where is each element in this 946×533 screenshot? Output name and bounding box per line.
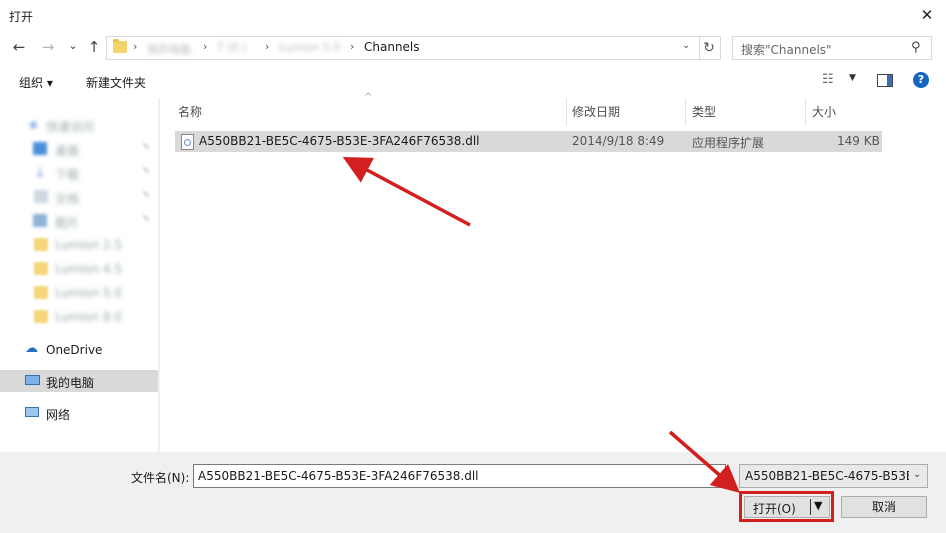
search-placeholder: 搜索"Channels" [741, 43, 832, 57]
file-name: A550BB21-BE5C-4675-B53E-3FA246F76538.dll [199, 134, 480, 148]
nav-item-folder[interactable]: Lumion 5.0 [0, 282, 158, 304]
nav-item-label: Lumion 2.5 [55, 238, 122, 252]
nav-item-quick-access[interactable]: ★ 快速访问 [0, 114, 158, 136]
pin-icon: ✎ [142, 214, 151, 225]
filetype-value: A550BB21-BE5C-4675-B53E-3FA246F76538.dll [745, 469, 909, 483]
chevron-down-icon[interactable]: ⌄ [913, 469, 921, 480]
download-icon: ↓ [35, 166, 46, 180]
network-icon [25, 407, 39, 417]
nav-item-folder[interactable]: Lumion 2.5 [0, 234, 158, 256]
chevron-down-icon[interactable]: ⌄ [682, 40, 690, 51]
nav-item-downloads[interactable]: ↓ 下载 ✎ [0, 162, 158, 184]
help-icon[interactable]: ? [913, 72, 929, 88]
close-icon[interactable]: ✕ [916, 5, 938, 25]
filename-label: 文件名(N): [131, 471, 190, 485]
breadcrumb-item[interactable]: Lumion 5.0 [279, 41, 340, 54]
up-button[interactable]: ↑ [84, 37, 104, 57]
folder-icon [34, 262, 48, 275]
refresh-button[interactable]: ↻ [698, 36, 721, 60]
nav-item-this-pc[interactable]: 我的电脑 [0, 370, 158, 392]
file-row[interactable]: A550BB21-BE5C-4675-B53E-3FA246F76538.dll… [175, 131, 882, 152]
breadcrumb-current[interactable]: Channels [364, 40, 420, 54]
nav-item-label: 桌面 [55, 144, 80, 158]
nav-item-label: 图片 [55, 216, 80, 230]
column-divider[interactable] [566, 98, 567, 126]
nav-item-folder[interactable]: Lumion 8.0 [0, 306, 158, 328]
folder-icon [34, 286, 48, 299]
nav-item-pictures[interactable]: 图片 ✎ [0, 210, 158, 232]
filetype-select[interactable]: A550BB21-BE5C-4675-B53E-3FA246F76538.dll… [739, 464, 928, 488]
back-button[interactable]: ← [9, 37, 29, 57]
nav-item-folder[interactable]: Lumion 4.5 [0, 258, 158, 280]
search-icon[interactable]: ⚲ [911, 40, 921, 55]
preview-pane-icon[interactable] [877, 74, 893, 87]
nav-item-label: Lumion 8.0 [55, 310, 122, 324]
nav-item-label: 快速访问 [46, 120, 95, 134]
file-type: 应用程序扩展 [692, 136, 765, 150]
breadcrumb-separator: › [203, 40, 208, 53]
nav-item-label: OneDrive [46, 343, 103, 357]
column-divider[interactable] [805, 98, 806, 126]
folder-icon [34, 310, 48, 323]
column-header-modified[interactable]: 修改日期 [572, 103, 620, 125]
pin-icon: ✎ [142, 166, 151, 177]
forward-button[interactable]: → [38, 37, 58, 57]
nav-item-label: 文档 [55, 192, 80, 206]
nav-item-documents[interactable]: 文档 ✎ [0, 186, 158, 208]
nav-item-network[interactable]: 网络 [0, 402, 158, 424]
nav-item-desktop[interactable]: 桌面 ✎ [0, 138, 158, 160]
nav-item-label: Lumion 5.0 [55, 286, 122, 300]
desktop-icon [33, 142, 47, 155]
new-folder-button[interactable]: 新建文件夹 [86, 74, 146, 91]
pane-splitter[interactable] [158, 98, 160, 452]
pin-icon: ✎ [142, 190, 151, 201]
address-bar[interactable]: › 我的电脑 › T (E:) › Lumion 5.0 › Channels … [106, 36, 700, 60]
recent-locations-button[interactable]: ⌄ [63, 36, 83, 56]
document-icon [34, 190, 48, 203]
sort-ascending-icon: ^ [364, 92, 373, 103]
breadcrumb-item[interactable]: 我的电脑 [147, 41, 191, 57]
nav-item-label: 我的电脑 [46, 376, 95, 390]
folder-icon [113, 39, 127, 53]
cloud-icon: ☁ [25, 341, 38, 356]
pin-icon: ✎ [142, 142, 151, 153]
dll-file-icon [181, 134, 194, 150]
picture-icon [33, 214, 47, 227]
folder-icon [34, 238, 48, 251]
annotation-highlight-box [739, 491, 834, 522]
view-options-icon[interactable]: ☷ [822, 72, 834, 87]
file-modified: 2014/9/18 8:49 [572, 134, 665, 148]
breadcrumb-separator: › [265, 40, 270, 53]
window-title: 打开 [9, 10, 34, 24]
nav-item-onedrive[interactable]: ☁ OneDrive [0, 339, 158, 361]
nav-item-label: 网络 [46, 408, 71, 422]
nav-item-label: Lumion 4.5 [55, 262, 122, 276]
toolbar: 组织 ▾ 新建文件夹 ☷ ▼ ? [0, 68, 946, 96]
annotation-arrow [342, 157, 471, 227]
cancel-button[interactable]: 取消 [841, 496, 927, 518]
search-input[interactable]: 搜索"Channels" ⚲ [732, 36, 932, 60]
breadcrumb-separator: › [350, 40, 355, 53]
breadcrumb-separator: › [133, 40, 138, 53]
nav-item-label: 下载 [55, 168, 80, 182]
column-header-size[interactable]: 大小 [812, 103, 836, 125]
star-icon: ★ [28, 118, 39, 132]
column-header-type[interactable]: 类型 [692, 103, 716, 125]
column-divider[interactable] [685, 98, 686, 126]
title-bar: 打开 ✕ [0, 0, 946, 30]
chevron-down-icon[interactable]: ▼ [849, 73, 856, 83]
filename-input[interactable] [193, 464, 726, 488]
organize-menu-button[interactable]: 组织 ▾ [19, 74, 53, 91]
file-size: 149 KB [837, 134, 880, 148]
computer-icon [25, 375, 40, 385]
bottom-panel: 文件名(N): A550BB21-BE5C-4675-B53E-3FA246F7… [0, 452, 946, 533]
column-header-name[interactable]: 名称 [178, 103, 202, 125]
navigation-pane: ★ 快速访问 桌面 ✎ ↓ 下载 ✎ 文档 ✎ 图片 ✎ Lumion 2.5 … [0, 98, 160, 452]
breadcrumb-item[interactable]: T (E:) [217, 41, 246, 54]
